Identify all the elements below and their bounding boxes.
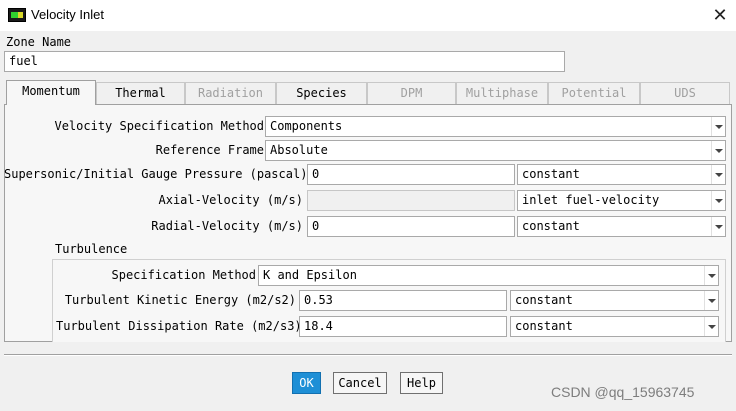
dissipation-rate-profile-value: constant [515,319,573,333]
chevron-down-icon [704,291,718,310]
zone-name-field[interactable]: fuel [4,51,565,72]
chevron-down-icon [711,217,725,236]
reference-frame-select[interactable]: Absolute [265,140,726,161]
separator [4,354,732,356]
turbulence-spec-method-value: K and Epsilon [263,268,357,282]
fluent-app-icon [8,8,26,22]
tab-radiation: Radiation [185,82,276,104]
kinetic-energy-input[interactable]: 0.53 [299,290,507,311]
reference-frame-value: Absolute [270,143,328,157]
radial-velocity-profile-select[interactable]: constant [517,216,726,237]
window-title: Velocity Inlet [31,7,104,22]
turbulence-section-label: Turbulence [55,242,128,256]
velocity-spec-method-value: Components [270,119,343,133]
velocity-spec-method-select[interactable]: Components [265,116,726,137]
gauge-pressure-label: Supersonic/Initial Gauge Pressure (pasca… [4,167,308,181]
help-button[interactable]: Help [400,372,443,394]
turbulence-spec-method-select[interactable]: K and Epsilon [258,265,719,286]
kinetic-energy-profile-select[interactable]: constant [510,290,719,311]
axial-velocity-label: Axial-Velocity (m/s) [158,193,304,207]
dissipation-rate-profile-select[interactable]: constant [510,316,719,337]
velocity-spec-method-label: Velocity Specification Method [54,119,264,133]
turbulence-spec-method-label: Specification Method [111,268,257,282]
chevron-down-icon [711,191,725,210]
gauge-pressure-input[interactable]: 0 [307,164,515,185]
chevron-down-icon [704,317,718,336]
chevron-down-icon [704,266,718,285]
radial-velocity-profile-value: constant [522,219,580,233]
kinetic-energy-label: Turbulent Kinetic Energy (m2/s2) [64,293,296,307]
cancel-button[interactable]: Cancel [333,372,387,394]
tab-multiphase: Multiphase [456,82,548,104]
gauge-pressure-profile-select[interactable]: constant [517,164,726,185]
axial-velocity-input [307,190,515,211]
tab-uds: UDS [640,82,730,104]
gauge-pressure-profile-value: constant [522,167,580,181]
dissipation-rate-input[interactable]: 18.4 [299,316,507,337]
close-icon[interactable]: ✕ [711,5,729,25]
title-bar [0,0,736,31]
tab-dpm: DPM [367,82,456,104]
chevron-down-icon [711,117,725,136]
reference-frame-label: Reference Frame [155,143,264,157]
axial-velocity-profile-value: inlet fuel-velocity [522,193,660,207]
chevron-down-icon [711,141,725,160]
radial-velocity-label: Radial-Velocity (m/s) [151,219,303,233]
zone-name-label: Zone Name [6,35,72,49]
tab-momentum[interactable]: Momentum [6,80,96,105]
radial-velocity-input[interactable]: 0 [307,216,515,237]
axial-velocity-profile-select[interactable]: inlet fuel-velocity [517,190,726,211]
watermark: CSDN @qq_15963745 [551,384,695,400]
dissipation-rate-label: Turbulent Dissipation Rate (m2/s3) [56,319,302,333]
chevron-down-icon [711,165,725,184]
tab-thermal[interactable]: Thermal [96,82,185,104]
tab-species[interactable]: Species [276,82,367,104]
kinetic-energy-profile-value: constant [515,293,573,307]
ok-button[interactable]: OK [292,372,321,394]
tab-potential: Potential [548,82,640,104]
